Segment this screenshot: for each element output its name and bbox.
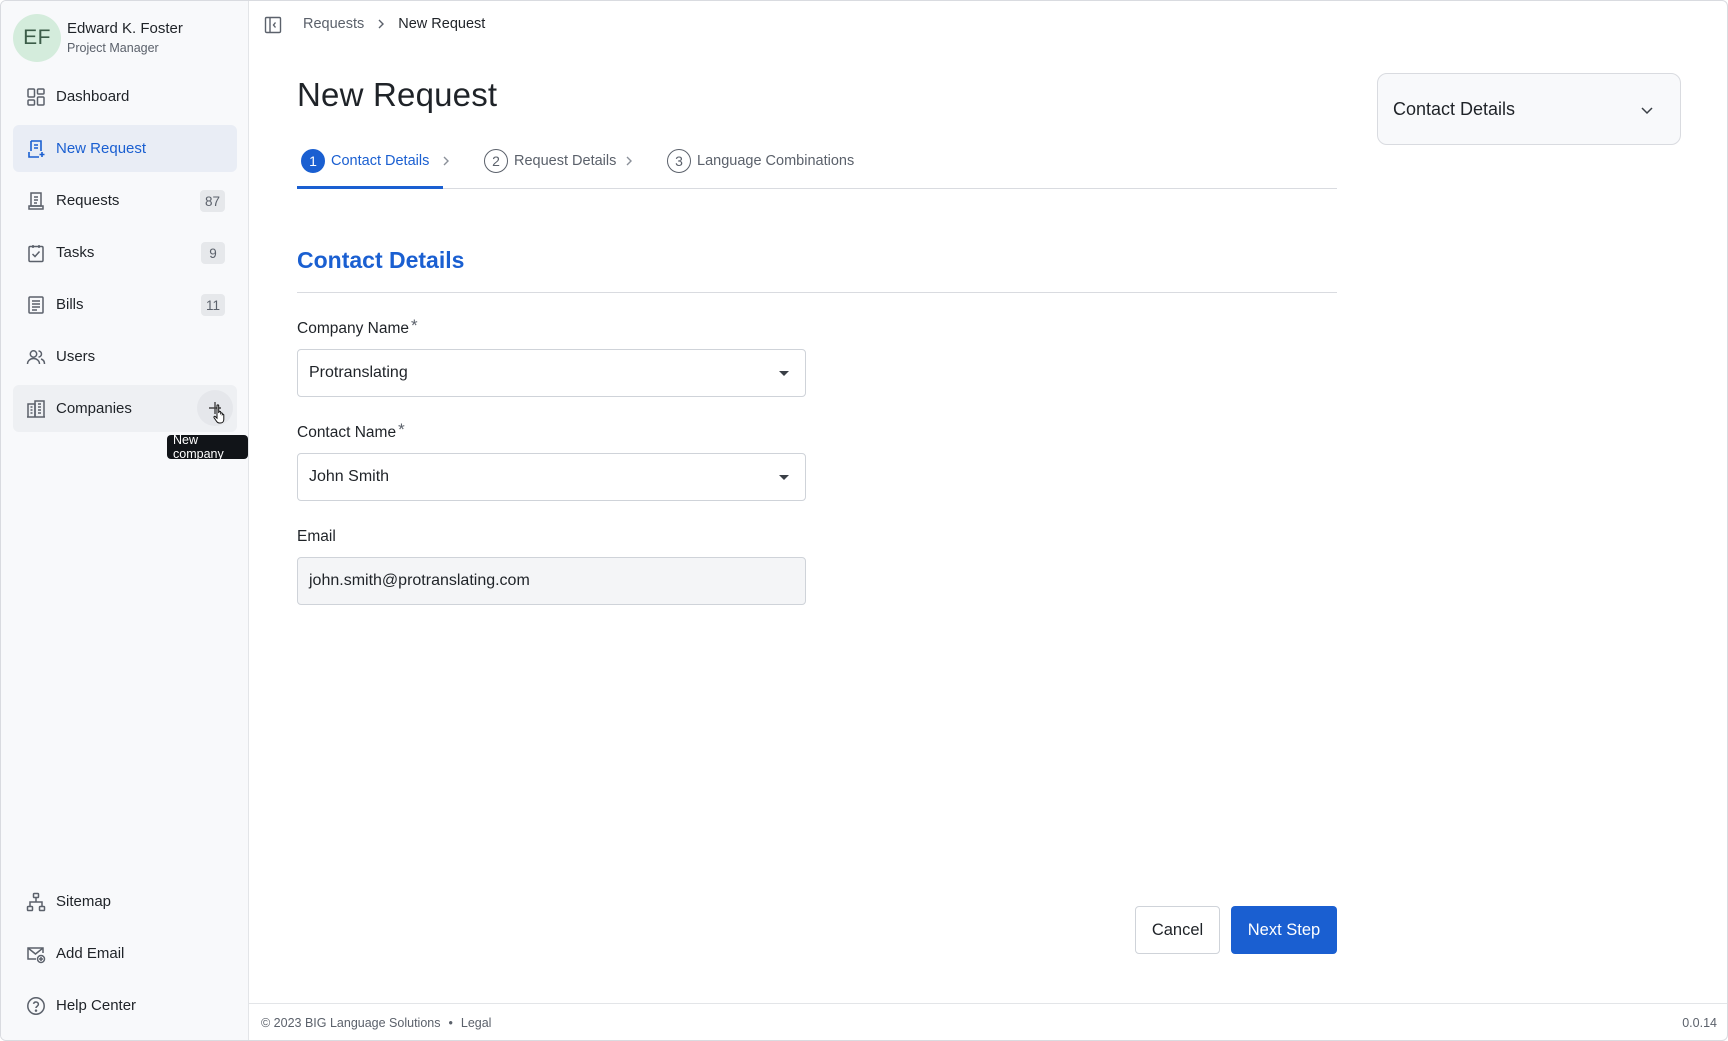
select-value: Protranslating: [309, 364, 408, 381]
sidebar-item-label: Bills: [56, 296, 84, 313]
field-label-text: Company Name: [297, 320, 409, 337]
sidebar-item-label: Users: [56, 348, 96, 365]
app-window: EF Edward K. Foster Project Manager Dash…: [0, 0, 1728, 1041]
copyright-text: © 2023 BIG Language Solutions: [261, 1016, 441, 1030]
step-request-details[interactable]: 2 Request Details: [484, 149, 616, 173]
email-value: john.smith@protranslating.com: [309, 572, 530, 589]
user-profile[interactable]: EF Edward K. Foster Project Manager: [13, 14, 183, 62]
sidebar-item-label: Dashboard: [56, 88, 130, 105]
new-request-icon: [25, 138, 47, 160]
sidebar-toggle-icon[interactable]: [263, 15, 283, 35]
contact-details-panel[interactable]: Contact Details: [1377, 73, 1681, 145]
sidebar-item-add-email[interactable]: Add Email: [13, 930, 237, 977]
breadcrumb-current: New Request: [398, 16, 486, 32]
sidebar-item-label: Sitemap: [56, 893, 112, 910]
dashboard-icon: [25, 86, 47, 108]
page-title: New Request: [297, 76, 498, 113]
contact-name-label: Contact Name *: [297, 420, 405, 442]
caret-down-icon: [779, 371, 789, 376]
count-badge: 87: [199, 190, 225, 212]
step-language-combinations[interactable]: 3 Language Combinations: [667, 149, 854, 173]
chevron-down-icon: [1639, 102, 1655, 123]
breadcrumb: Requests New Request: [303, 16, 485, 32]
required-mark: *: [411, 316, 418, 335]
section-title: Contact Details: [297, 247, 465, 273]
help-icon: [25, 995, 47, 1017]
pointer-cursor-icon: [212, 404, 228, 429]
sidebar-item-label: New Request: [56, 140, 147, 157]
sidebar: EF Edward K. Foster Project Manager Dash…: [1, 1, 249, 1040]
step-label: Contact Details: [331, 153, 430, 169]
user-role: Project Manager: [67, 41, 159, 55]
count-badge: 11: [200, 294, 225, 316]
bills-icon: [25, 294, 47, 316]
chevron-right-icon: [375, 18, 387, 30]
users-icon: [25, 346, 47, 368]
sidebar-item-new-request[interactable]: New Request: [13, 125, 237, 172]
sidebar-item-sitemap[interactable]: Sitemap: [13, 878, 237, 925]
step-number: 1: [301, 149, 325, 173]
company-name-select[interactable]: Protranslating: [297, 349, 806, 397]
sidebar-item-label: Tasks: [56, 244, 95, 261]
cancel-button[interactable]: Cancel: [1135, 906, 1220, 954]
sidebar-item-label: Help Center: [56, 997, 137, 1014]
tooltip: New company: [167, 433, 248, 461]
company-name-label: Company Name *: [297, 316, 418, 338]
sidebar-item-label: Add Email: [56, 945, 125, 962]
chevron-right-icon: [440, 154, 452, 172]
email-field[interactable]: john.smith@protranslating.com: [297, 557, 806, 605]
sidebar-item-label: Companies: [56, 400, 132, 417]
field-label-text: Email: [297, 528, 336, 545]
divider: [297, 292, 1337, 293]
requests-icon: [25, 190, 47, 212]
email-label: Email: [297, 528, 336, 546]
sidebar-item-users[interactable]: Users: [13, 333, 237, 380]
footer: © 2023 BIG Language Solutions • Legal 0.…: [249, 1003, 1727, 1040]
panel-title: Contact Details: [1393, 98, 1516, 119]
avatar: EF: [13, 14, 61, 62]
sidebar-nav: Dashboard New Request Requests 87 Tasks …: [13, 73, 237, 437]
sitemap-icon: [25, 891, 47, 913]
companies-icon: [25, 398, 47, 420]
add-email-icon: [25, 943, 47, 965]
top-bar: Requests New Request: [249, 1, 1727, 49]
caret-down-icon: [779, 475, 789, 480]
sidebar-item-bills[interactable]: Bills 11: [13, 281, 237, 328]
step-contact-details[interactable]: 1 Contact Details: [301, 149, 429, 173]
select-value: John Smith: [309, 468, 390, 485]
required-mark: *: [398, 420, 405, 439]
active-step-indicator: [297, 186, 443, 189]
user-name: Edward K. Foster: [67, 20, 183, 37]
tasks-icon: [25, 242, 47, 264]
chevron-right-icon: [623, 154, 635, 172]
legal-link[interactable]: Legal: [461, 1016, 492, 1030]
stepper: 1 Contact Details 2 Request Details 3 La…: [297, 139, 1337, 189]
footer-separator: •: [448, 1016, 453, 1030]
step-number: 3: [667, 149, 691, 173]
field-label-text: Contact Name: [297, 424, 397, 441]
sidebar-item-label: Requests: [56, 192, 120, 209]
step-number: 2: [484, 149, 508, 173]
next-step-button[interactable]: Next Step: [1231, 906, 1337, 954]
sidebar-item-help-center[interactable]: Help Center: [13, 982, 237, 1029]
sidebar-item-tasks[interactable]: Tasks 9: [13, 229, 237, 276]
contact-name-select[interactable]: John Smith: [297, 453, 806, 501]
sidebar-item-companies[interactable]: Companies: [13, 385, 237, 432]
count-badge: 9: [201, 242, 225, 264]
sidebar-bottom-nav: Sitemap Add Email Help Center: [13, 878, 237, 1034]
sidebar-item-dashboard[interactable]: Dashboard: [13, 73, 237, 120]
sidebar-item-requests[interactable]: Requests 87: [13, 177, 237, 224]
version-label: 0.0.14: [1682, 1016, 1717, 1030]
breadcrumb-link-requests[interactable]: Requests: [303, 16, 364, 32]
step-label: Request Details: [514, 153, 617, 169]
main-content: Requests New Request New Request 1 Conta…: [249, 1, 1727, 1040]
step-label: Language Combinations: [697, 153, 855, 169]
